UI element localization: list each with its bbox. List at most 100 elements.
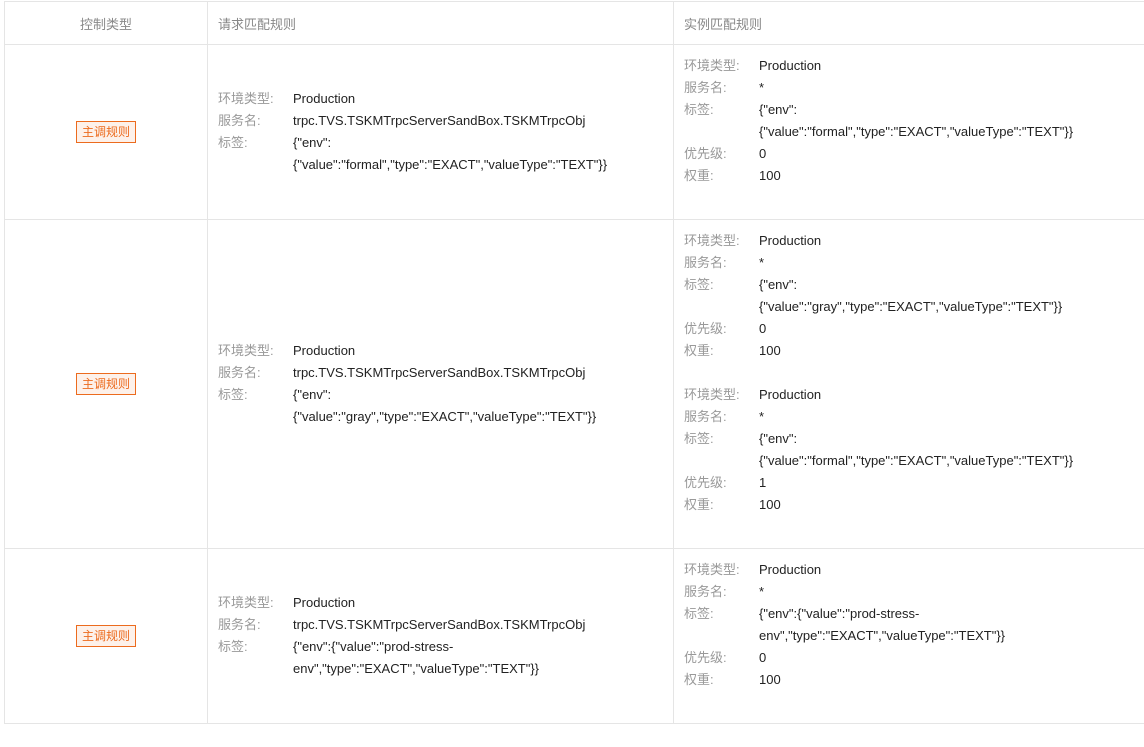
service-name-value: trpc.TVS.TSKMTrpcServerSandBox.TSKMTrpcO… [293, 365, 586, 380]
table-row: 主调规则 环境类型: Production 服务名: trpc.TVS.TSKMTr… [4, 219, 1144, 549]
tags-line: {"env": [759, 431, 798, 446]
control-type-badge: 主调规则 [75, 625, 136, 647]
tags-line: {"env": [293, 387, 332, 402]
service-name-field: 服务名: trpc.TVS.TSKMTrpcServerSandBox.TSKMT… [218, 362, 663, 384]
request-rule: 环境类型: Production 服务名: trpc.TVS.TSKMTrpcSer… [208, 88, 673, 176]
priority-value: 1 [759, 475, 767, 490]
tags-line: {"env": [759, 277, 798, 292]
control-type-cell: 主调规则 [4, 44, 208, 220]
instance-rule: 环境类型: Production 服务名: * 标签: {"env": {"value"… [684, 384, 1144, 516]
service-name-value: trpc.TVS.TSKMTrpcServerSandBox.TSKMTrpcO… [293, 617, 586, 632]
priority-value: 0 [759, 321, 767, 336]
weight-label: 权重: [684, 168, 714, 183]
instance-rule-cell: 环境类型: Production 服务名: * 标签: {"env":{"value"… [673, 548, 1144, 724]
tags-label: 标签: [684, 431, 714, 446]
table-row: 主调规则 环境类型: Production 服务名: trpc.TVS.TSKMTr… [4, 548, 1144, 724]
tags-field: 标签: {"env": {"value":"gray","type":"EXACT"… [218, 384, 663, 428]
instance-rule: 环境类型: Production 服务名: * 标签: {"env":{"value"… [684, 559, 1144, 691]
control-type-badge: 主调规则 [75, 121, 136, 143]
tags-label: 标签: [684, 102, 714, 117]
header-instance-rule: 实例匹配规则 [673, 1, 1144, 45]
tags-label: 标签: [684, 606, 714, 621]
service-name-value: trpc.TVS.TSKMTrpcServerSandBox.TSKMTrpcO… [293, 113, 586, 128]
request-rule-cell: 环境类型: Production 服务名: trpc.TVS.TSKMTrpcSer… [207, 548, 674, 724]
service-name-field: 服务名: trpc.TVS.TSKMTrpcServerSandBox.TSKMT… [218, 110, 663, 132]
tags-label: 标签: [218, 639, 248, 654]
service-name-field: 服务名: trpc.TVS.TSKMTrpcServerSandBox.TSKMT… [218, 614, 663, 636]
tags-line: env","type":"EXACT","valueType":"TEXT"}} [293, 661, 540, 676]
tags-line: {"value":"gray","type":"EXACT","valueTyp… [759, 299, 1063, 314]
tags-line: {"env": [759, 102, 798, 117]
instance-rules: 环境类型: Production 服务名: * 标签: {"env": {"value"… [674, 220, 1144, 516]
service-name-label: 服务名: [218, 113, 261, 128]
weight-value: 100 [759, 497, 781, 512]
weight-label: 权重: [684, 343, 714, 358]
service-name-label: 服务名: [684, 80, 727, 95]
priority-value: 0 [759, 146, 767, 161]
env-type-label: 环境类型: [684, 387, 740, 402]
service-name-label: 服务名: [684, 255, 727, 270]
tags-value: {"env": {"value":"formal","type":"EXACT",… [759, 99, 1144, 143]
env-type-label: 环境类型: [218, 343, 274, 358]
header-control-type: 控制类型 [4, 1, 208, 45]
tags-line: {"value":"formal","type":"EXACT","valueT… [293, 157, 608, 172]
tags-line: {"env":{"value":"prod-stress- [293, 639, 454, 654]
service-name-value: * [759, 584, 765, 599]
control-type-badge: 主调规则 [75, 373, 136, 395]
service-name-value: * [759, 80, 765, 95]
instance-rules: 环境类型: Production 服务名: * 标签: {"env":{"value"… [674, 549, 1144, 691]
control-type-cell: 主调规则 [4, 219, 208, 549]
service-name-label: 服务名: [684, 409, 727, 424]
tags-label: 标签: [218, 387, 248, 402]
instance-rule-cell: 环境类型: Production 服务名: * 标签: {"env":{"value"… [673, 44, 1144, 220]
request-rule-cell: 环境类型: Production 服务名: trpc.TVS.TSKMTrpcSer… [207, 44, 674, 220]
tags-field: 标签: {"env": {"value":"formal","type":"EXAC… [218, 132, 663, 176]
env-type-label: 环境类型: [684, 58, 740, 73]
env-type-field: 环境类型: Production [218, 340, 663, 362]
env-type-value: Production [759, 562, 822, 577]
instance-rule: 环境类型: Production 服务名: * 标签: {"env": {"value"… [684, 230, 1144, 362]
weight-value: 100 [759, 672, 781, 687]
instance-rules: 环境类型: Production 服务名: * 标签: {"env":{"value"… [674, 45, 1144, 187]
weight-label: 权重: [684, 497, 714, 512]
priority-label: 优先级: [684, 321, 727, 336]
tags-line: {"env":{"value":"prod-stress- [759, 606, 920, 621]
table-header-row: 控制类型 请求匹配规则 实例匹配规则 [4, 1, 1144, 45]
service-name-value: * [759, 409, 765, 424]
request-rule: 环境类型: Production 服务名: trpc.TVS.TSKMTrpcSer… [208, 592, 673, 680]
tags-line: {"env": [293, 135, 332, 150]
instance-rule: 环境类型: Production 服务名: * 标签: {"env":{"value"… [684, 55, 1144, 187]
env-type-field: 环境类型: Production [218, 592, 663, 614]
weight-value: 100 [759, 168, 781, 183]
tags-line: {"value":"formal","type":"EXACT","valueT… [759, 453, 1074, 468]
weight-label: 权重: [684, 672, 714, 687]
priority-label: 优先级: [684, 146, 727, 161]
tags-line: env","type":"EXACT","valueType":"TEXT"}} [759, 628, 1006, 643]
service-name-label: 服务名: [218, 617, 261, 632]
rules-table: 控制类型 请求匹配规则 实例匹配规则 主调规则 环境类型: Production … [4, 1, 1144, 724]
tags-value: {"env": {"value":"gray","type":"EXACT","v… [293, 384, 663, 428]
env-type-label: 环境类型: [684, 233, 740, 248]
service-name-label: 服务名: [218, 365, 261, 380]
tags-label: 标签: [684, 277, 714, 292]
tags-value: {"env":{"value":"prod-stress-env","type"… [759, 603, 1144, 647]
tags-line: {"value":"gray","type":"EXACT","valueTyp… [293, 409, 597, 424]
request-rule: 环境类型: Production 服务名: trpc.TVS.TSKMTrpcSer… [208, 340, 673, 428]
weight-value: 100 [759, 343, 781, 358]
priority-label: 优先级: [684, 475, 727, 490]
env-type-value: Production [759, 58, 822, 73]
header-request-rule: 请求匹配规则 [207, 1, 674, 45]
tags-value: {"env": {"value":"formal","type":"EXACT",… [293, 132, 663, 176]
priority-value: 0 [759, 650, 767, 665]
tags-value: {"env":{"value":"prod-stress-env","type"… [293, 636, 663, 680]
env-type-label: 环境类型: [218, 91, 274, 106]
service-name-label: 服务名: [684, 584, 727, 599]
env-type-value: Production [759, 233, 822, 248]
tags-field: 标签: {"env":{"value":"prod-stress-env","ty… [218, 636, 663, 680]
request-rule-cell: 环境类型: Production 服务名: trpc.TVS.TSKMTrpcSer… [207, 219, 674, 549]
env-type-value: Production [293, 595, 356, 610]
control-type-cell: 主调规则 [4, 548, 208, 724]
service-name-value: * [759, 255, 765, 270]
env-type-label: 环境类型: [684, 562, 740, 577]
env-type-value: Production [759, 387, 822, 402]
